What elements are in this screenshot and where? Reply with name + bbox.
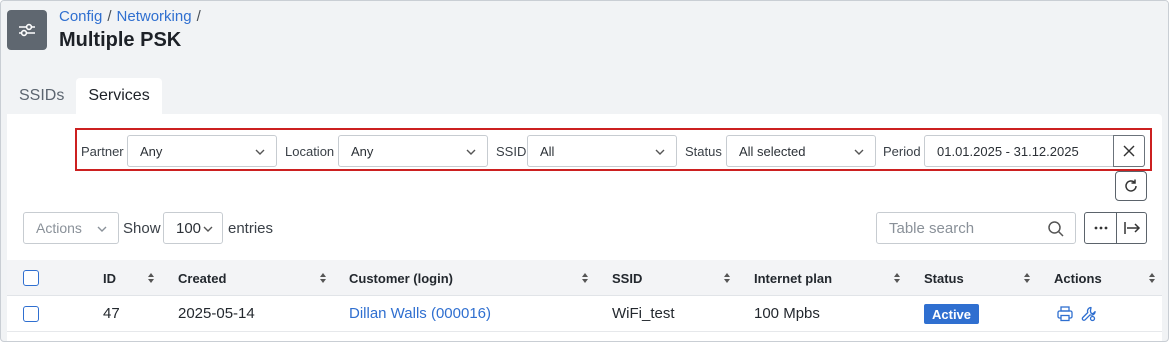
breadcrumb-separator: / [196,8,201,25]
close-icon [1123,145,1135,157]
chevron-down-icon [854,149,864,155]
table-search-input[interactable]: Table search [876,212,1076,244]
bulk-actions-label: Actions [36,220,82,236]
tab-ssids[interactable]: SSIDs [7,78,76,114]
bulk-actions-dropdown[interactable]: Actions [23,212,119,244]
location-select-value: Any [351,143,374,159]
more-horizontal-icon [1094,226,1107,230]
filter-bar: Partner Any Location Any SSID All Status… [75,128,1152,171]
ssid-select[interactable]: All [527,135,677,167]
cell-created: 2025-05-14 [178,305,255,322]
status-badge: Active [924,304,980,324]
entries-value: 100 [176,219,202,237]
breadcrumb-networking[interactable]: Networking [117,8,192,25]
table-row: 47 2025-05-14 Dillan Walls (000016) WiFi… [7,296,1162,332]
more-options-button[interactable] [1084,212,1117,244]
partner-select-value: Any [140,143,163,159]
page-header: Config / Networking / Multiple PSK SSIDs Se… [1,1,1168,114]
breadcrumb-config[interactable]: Config [59,8,102,25]
services-panel: Partner Any Location Any SSID All Status… [7,114,1162,341]
column-header-customer[interactable]: Customer (login) [349,271,453,286]
chevron-down-icon [97,226,107,232]
partner-select[interactable]: Any [127,135,277,167]
select-all-checkbox[interactable] [23,270,39,286]
sort-icon[interactable] [1148,272,1156,284]
column-header-ssid[interactable]: SSID [612,271,642,286]
column-header-created[interactable]: Created [178,271,226,286]
ssid-filter-label: SSID [496,144,527,159]
tab-services[interactable]: Services [76,78,162,114]
status-select[interactable]: All selected [726,135,876,167]
show-label: Show [123,220,161,237]
print-icon[interactable] [1056,305,1074,323]
search-icon [1048,221,1064,237]
chevron-down-icon [655,149,665,155]
settings-sliders-icon [7,10,47,50]
cell-ssid: WiFi_test [612,305,675,322]
tab-bar: SSIDs Services [7,78,162,114]
sort-icon[interactable] [893,272,901,284]
sort-icon[interactable] [147,272,155,284]
arrow-right-to-bar-icon [1123,222,1140,234]
entries-per-page-select[interactable]: 100 [163,212,223,244]
table-search-placeholder: Table search [889,219,975,237]
period-value: 01.01.2025 - 31.12.2025 [937,143,1079,159]
cell-id: 47 [103,305,120,322]
chevron-down-icon [255,149,265,155]
refresh-button[interactable] [1115,171,1147,201]
period-input[interactable]: 01.01.2025 - 31.12.2025 [924,135,1114,167]
export-button[interactable] [1116,212,1147,244]
clear-period-button[interactable] [1113,135,1145,167]
status-select-value: All selected [739,143,806,159]
sort-icon[interactable] [1023,272,1031,284]
column-header-id[interactable]: ID [103,271,116,286]
location-select[interactable]: Any [338,135,488,167]
status-filter-label: Status [685,144,722,159]
entries-label: entries [228,220,274,237]
location-filter-label: Location [285,144,335,159]
row-checkbox[interactable] [23,306,39,322]
column-header-actions: Actions [1054,271,1102,286]
column-header-internet-plan[interactable]: Internet plan [754,271,832,286]
partner-filter-label: Partner [81,144,124,159]
sort-icon[interactable] [581,272,589,284]
sort-icon[interactable] [319,272,327,284]
app-frame: Config / Networking / Multiple PSK SSIDs Se… [0,0,1169,342]
wrench-icon[interactable] [1080,305,1098,323]
column-header-status[interactable]: Status [924,271,964,286]
chevron-down-icon [203,226,213,232]
sort-icon[interactable] [723,272,731,284]
refresh-icon [1125,179,1137,192]
breadcrumb: Config / Networking / [59,8,206,25]
cell-customer-link[interactable]: Dillan Walls (000016) [349,305,491,322]
period-filter-label: Period [883,144,921,159]
chevron-down-icon [466,149,476,155]
breadcrumb-separator: / [107,8,112,25]
table-header: ID Created Customer (login) SSID Interne… [7,260,1162,296]
ssid-select-value: All [540,143,555,159]
cell-internet-plan: 100 Mpbs [754,305,820,322]
page-title: Multiple PSK [59,29,182,51]
